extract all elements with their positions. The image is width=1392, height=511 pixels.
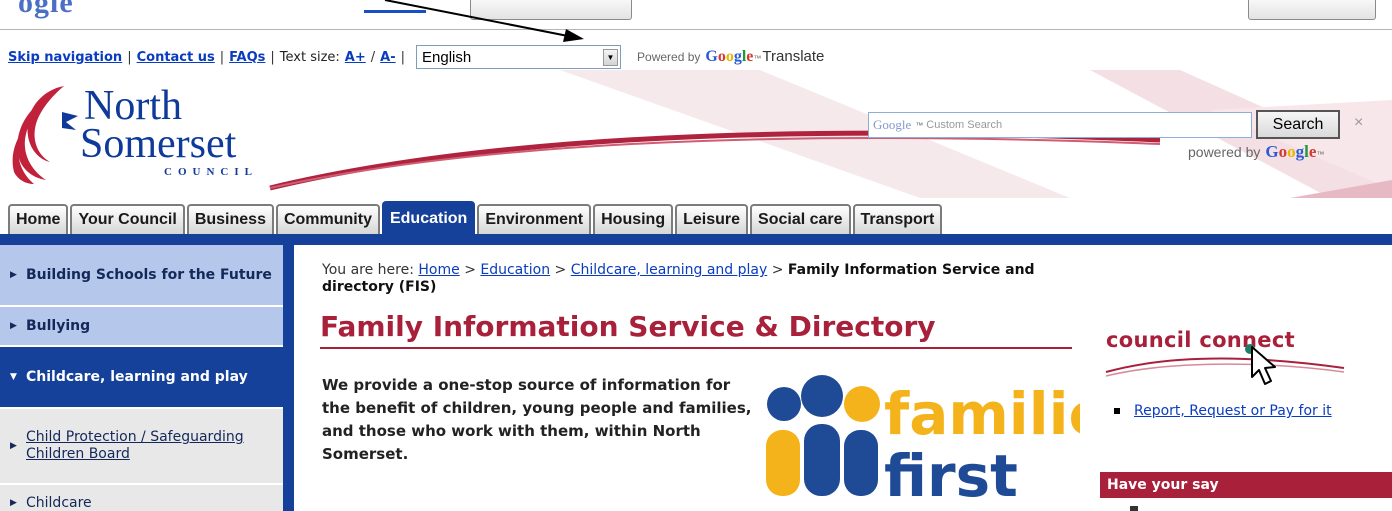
left-navigation: ▶ Building Schools for the Future ▶ Bull… xyxy=(0,245,294,511)
arrow-right-icon: ▶ xyxy=(10,270,17,280)
language-select-value: English xyxy=(422,48,472,66)
text-size-label: Text size: xyxy=(279,49,340,65)
breadcrumb-education-link[interactable]: Education xyxy=(480,262,550,278)
breadcrumb-separator: > xyxy=(771,262,784,278)
google-logo-icon: Google xyxy=(1265,142,1317,161)
nav-item-childcare[interactable]: ▶ Childcare xyxy=(0,485,283,511)
faqs-link[interactable]: FAQs xyxy=(229,50,265,65)
tab-social-care[interactable]: Social care xyxy=(750,204,851,234)
search-placeholder: Custom Search xyxy=(926,119,1003,131)
search-input[interactable]: Google ™ Custom Search xyxy=(868,112,1252,138)
top-link-fragment[interactable] xyxy=(364,10,426,13)
left-nav-stripe xyxy=(283,245,294,511)
report-request-pay-link[interactable]: Report, Request or Pay for it xyxy=(1134,402,1354,420)
page-title: Family Information Service & Directory xyxy=(320,310,936,343)
main-tabs: Home Your Council Business Community Edu… xyxy=(8,201,944,234)
arrow-down-icon: ▼ xyxy=(10,372,17,382)
nav-item-label: Building Schools for the Future xyxy=(26,266,272,283)
tab-housing[interactable]: Housing xyxy=(593,204,674,234)
nav-item-label: Childcare xyxy=(26,494,92,511)
top-button[interactable] xyxy=(470,0,632,20)
north-somerset-logo[interactable]: North Somerset COUNCIL xyxy=(80,85,258,178)
list-bullet xyxy=(1114,408,1120,414)
utility-bar: Skip navigation | Contact us | FAQs | Te… xyxy=(8,45,824,69)
breadcrumb-separator: > xyxy=(464,262,476,278)
mouse-cursor-icon xyxy=(1245,344,1276,385)
have-your-say-header: Have your say xyxy=(1100,472,1392,498)
search-clear-icon[interactable]: × xyxy=(1354,114,1363,132)
search-button[interactable]: Search xyxy=(1256,110,1340,139)
title-underline xyxy=(320,347,1072,349)
logo-line-council: COUNCIL xyxy=(164,165,258,178)
nav-item-label: Childcare, learning and play xyxy=(26,368,248,385)
families-first-logo: families first xyxy=(766,375,1080,502)
tab-environment[interactable]: Environment xyxy=(477,204,592,234)
arrow-right-icon: ▶ xyxy=(10,498,17,508)
text-smaller-link[interactable]: A- xyxy=(380,50,395,65)
tab-home[interactable]: Home xyxy=(8,204,69,234)
search-placeholder-brand: Google xyxy=(873,117,912,132)
google-logo-icon: Google xyxy=(705,48,754,65)
nav-item-child-protection[interactable]: ▶ Child Protection / Safeguarding Childr… xyxy=(0,409,283,483)
top-strip: ogle xyxy=(0,0,1392,30)
nav-item-childcare-learning-play[interactable]: ▼ Childcare, learning and play xyxy=(0,347,283,407)
nav-item-label: Child Protection / Safeguarding Children… xyxy=(26,429,244,462)
top-logo-fragment: ogle xyxy=(18,0,74,19)
arrow-right-icon: ▶ xyxy=(10,441,17,451)
tab-business[interactable]: Business xyxy=(186,204,274,234)
separator: | xyxy=(127,49,132,65)
top-divider xyxy=(0,29,1392,30)
separator: / xyxy=(370,49,376,65)
families-word: families xyxy=(884,380,1080,448)
contact-us-link[interactable]: Contact us xyxy=(137,50,215,65)
tab-transport[interactable]: Transport xyxy=(852,204,943,234)
breadcrumb: You are here: Home > Education > Childca… xyxy=(322,262,1082,296)
dropdown-arrow-icon[interactable]: ▼ xyxy=(603,48,619,66)
breadcrumb-separator: > xyxy=(554,262,567,278)
separator: | xyxy=(219,49,225,65)
logo-line-somerset: Somerset xyxy=(80,120,237,167)
first-word: first xyxy=(884,442,1018,502)
powered-by-google: powered by Google ™ xyxy=(1188,142,1325,161)
list-bullet xyxy=(1130,506,1138,511)
top-button-right[interactable] xyxy=(1248,0,1376,20)
powered-by-label: Powered by xyxy=(637,50,701,64)
breadcrumb-prefix: You are here: xyxy=(322,262,414,278)
intro-text: We provide a one-stop source of informat… xyxy=(322,376,752,463)
skip-navigation-link[interactable]: Skip navigation xyxy=(8,50,122,65)
nav-item-bullying[interactable]: ▶ Bullying xyxy=(0,307,283,345)
separator: | xyxy=(400,49,406,65)
nav-bar-stripe xyxy=(0,234,1392,245)
tab-leisure[interactable]: Leisure xyxy=(675,204,749,234)
tab-education[interactable]: Education xyxy=(381,201,476,234)
google-translate-credit: Powered by Google ™ Translate xyxy=(637,48,825,65)
arrow-right-icon: ▶ xyxy=(10,321,17,331)
powered-by-google-label: powered by xyxy=(1188,144,1261,160)
tab-community[interactable]: Community xyxy=(275,204,380,234)
breadcrumb-home-link[interactable]: Home xyxy=(418,262,459,278)
site-header: North Somerset COUNCIL Google ™ Custom S… xyxy=(0,70,1392,198)
nav-item-building-schools[interactable]: ▶ Building Schools for the Future xyxy=(0,245,283,305)
nav-item-label: Bullying xyxy=(26,317,91,334)
tab-your-council[interactable]: Your Council xyxy=(70,204,185,234)
separator: | xyxy=(270,49,275,65)
text-larger-link[interactable]: A+ xyxy=(345,50,366,65)
wyvern-logo-icon xyxy=(12,86,78,184)
translate-label: Translate xyxy=(762,48,825,65)
language-select[interactable]: English ▼ xyxy=(416,45,622,69)
breadcrumb-childcare-link[interactable]: Childcare, learning and play xyxy=(571,262,768,278)
